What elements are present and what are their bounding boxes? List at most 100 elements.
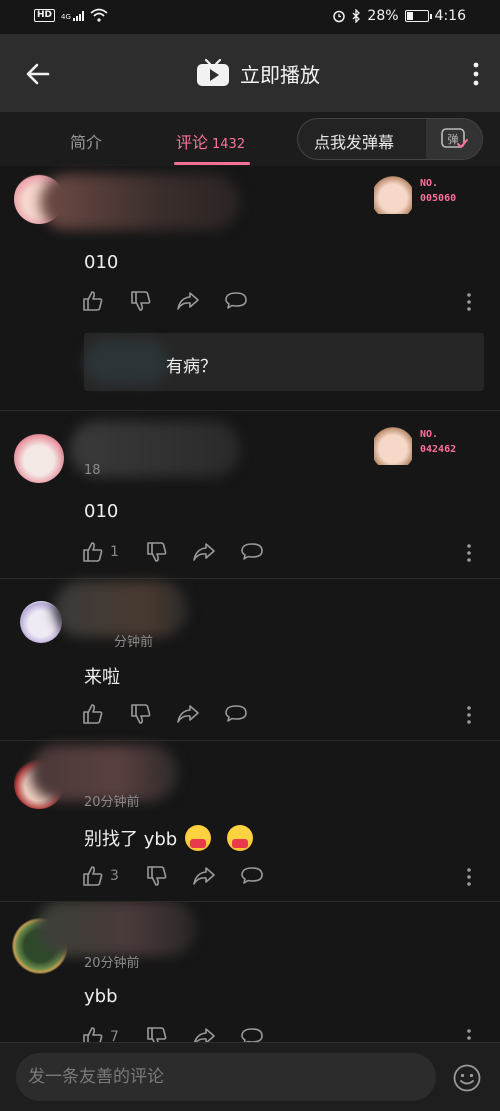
comment-actions: 3 <box>82 865 482 891</box>
tab-bar: 简介 评论 1432 点我发弹幕 弹 <box>0 112 500 166</box>
chat-bubble-icon <box>225 705 247 722</box>
thumbs-down-icon <box>131 704 151 724</box>
like-button[interactable] <box>82 703 104 725</box>
thumbs-up-icon <box>83 1027 103 1042</box>
reply-preview[interactable]: 有病？ <box>84 333 484 391</box>
tab-active-indicator <box>174 162 250 165</box>
share-button[interactable] <box>176 290 200 312</box>
reply-button[interactable] <box>240 865 264 887</box>
comment-more-icon[interactable] <box>466 292 472 312</box>
back-arrow-icon[interactable] <box>22 58 54 90</box>
battery-icon <box>404 10 432 22</box>
dislike-button[interactable] <box>146 865 168 887</box>
username-redacted <box>40 174 240 230</box>
thumbs-up-icon <box>83 866 103 886</box>
tab-intro[interactable]: 简介 <box>70 129 102 153</box>
share-button[interactable] <box>176 703 200 725</box>
comment-actions: 1 <box>82 541 482 567</box>
comment-text: 来啦 <box>84 667 120 688</box>
thumbs-down-icon <box>131 291 151 311</box>
comment-more-icon[interactable] <box>466 543 472 563</box>
status-left: HD 4G <box>34 8 108 22</box>
like-button[interactable]: 1 <box>82 541 119 563</box>
hug-emoji-icon <box>227 825 254 851</box>
reply-button[interactable] <box>224 703 248 725</box>
comment-time: 20分钟前 <box>84 795 140 810</box>
reply-text: 有病？ <box>166 357 217 377</box>
send-danmaku-button[interactable]: 点我发弹幕 弹 <box>297 118 483 160</box>
comment-item: 18 NO. 042462 010 1 <box>0 411 500 578</box>
comment-more-icon[interactable] <box>466 1028 472 1042</box>
share-button[interactable] <box>192 1026 216 1042</box>
comment-more-icon[interactable] <box>466 867 472 887</box>
comment-input-bar <box>0 1042 500 1111</box>
comment-text: 别找了 ybb <box>84 825 254 851</box>
tab-comments-label: 评论 <box>176 133 209 152</box>
thumbs-up-icon <box>83 704 103 724</box>
comment-actions <box>82 290 482 316</box>
danmaku-icon-char: 弹 <box>448 132 459 146</box>
thumbs-down-icon <box>147 866 167 886</box>
chat-bubble-icon <box>225 292 247 309</box>
alarm-icon <box>333 10 346 23</box>
reply-button[interactable] <box>240 1026 264 1042</box>
badge-number: NO. 042462 <box>420 429 457 455</box>
comment-time: 分钟前 <box>114 635 154 650</box>
share-arrow-icon <box>193 867 215 885</box>
app-bar: 立即播放 <box>0 34 500 112</box>
hd-indicator: HD <box>34 8 56 22</box>
like-button[interactable]: 7 <box>82 1026 119 1042</box>
status-right: 28% 4:16 <box>332 8 466 24</box>
dislike-button[interactable] <box>146 541 168 563</box>
share-button[interactable] <box>192 865 216 887</box>
comment-more-icon[interactable] <box>466 705 472 725</box>
comment-item: 20分钟前 别找了 ybb 3 <box>0 741 500 901</box>
play-now-label: 立即播放 <box>240 62 320 87</box>
chat-bubble-icon <box>241 867 263 884</box>
avatar[interactable] <box>14 433 64 483</box>
chat-bubble-icon <box>241 543 263 560</box>
emoji-icon[interactable] <box>452 1063 482 1093</box>
dislike-button[interactable] <box>146 1026 168 1042</box>
wifi-icon <box>90 8 108 22</box>
hug-emoji-icon <box>185 825 212 851</box>
send-danmaku-label: 点我发弹幕 <box>314 133 395 152</box>
status-bar: HD 4G 28% 4:16 <box>0 0 500 34</box>
comment-time: 18 <box>84 463 101 478</box>
network-type: 4G <box>61 13 71 21</box>
reply-button[interactable] <box>240 541 264 563</box>
play-now-button[interactable]: 立即播放 <box>196 54 320 92</box>
dislike-button[interactable] <box>130 290 152 312</box>
danmaku-bubble-icon: 弹 <box>441 128 468 149</box>
username-redacted <box>54 581 188 637</box>
tab-comments[interactable]: 评论 1432 <box>176 129 245 153</box>
comment-item: 20分钟前 ybb 7 <box>0 902 500 1042</box>
comment-item: NO. 005060 010 有病？ <box>0 166 500 410</box>
comment-text: 010 <box>84 501 119 522</box>
comment-actions: 7 <box>82 1026 482 1042</box>
like-count: 1 <box>110 544 119 560</box>
like-button[interactable] <box>82 290 104 312</box>
badge-number: NO. 005060 <box>420 178 457 204</box>
like-button[interactable]: 3 <box>82 865 119 887</box>
share-arrow-icon <box>177 705 199 723</box>
signal-icon: 4G <box>61 9 84 21</box>
thumbs-down-icon <box>147 1027 167 1042</box>
share-arrow-icon <box>177 292 199 310</box>
reply-button[interactable] <box>224 290 248 312</box>
share-button[interactable] <box>192 541 216 563</box>
bluetooth-icon <box>352 9 361 23</box>
like-count: 7 <box>110 1029 119 1042</box>
danmaku-icon[interactable]: 弹 <box>426 119 482 159</box>
dislike-button[interactable] <box>130 703 152 725</box>
badge-avatar <box>374 425 412 465</box>
clock: 4:16 <box>434 8 466 24</box>
more-options-icon[interactable] <box>470 58 482 90</box>
comment-text-content: 别找了 ybb <box>84 829 178 850</box>
battery-percent: 28% <box>367 8 399 24</box>
fan-badge: NO. 042462 <box>374 425 466 467</box>
thumbs-up-icon <box>83 291 103 311</box>
thumbs-down-icon <box>147 542 167 562</box>
comment-time: 20分钟前 <box>84 956 140 971</box>
comment-input[interactable] <box>16 1053 436 1101</box>
